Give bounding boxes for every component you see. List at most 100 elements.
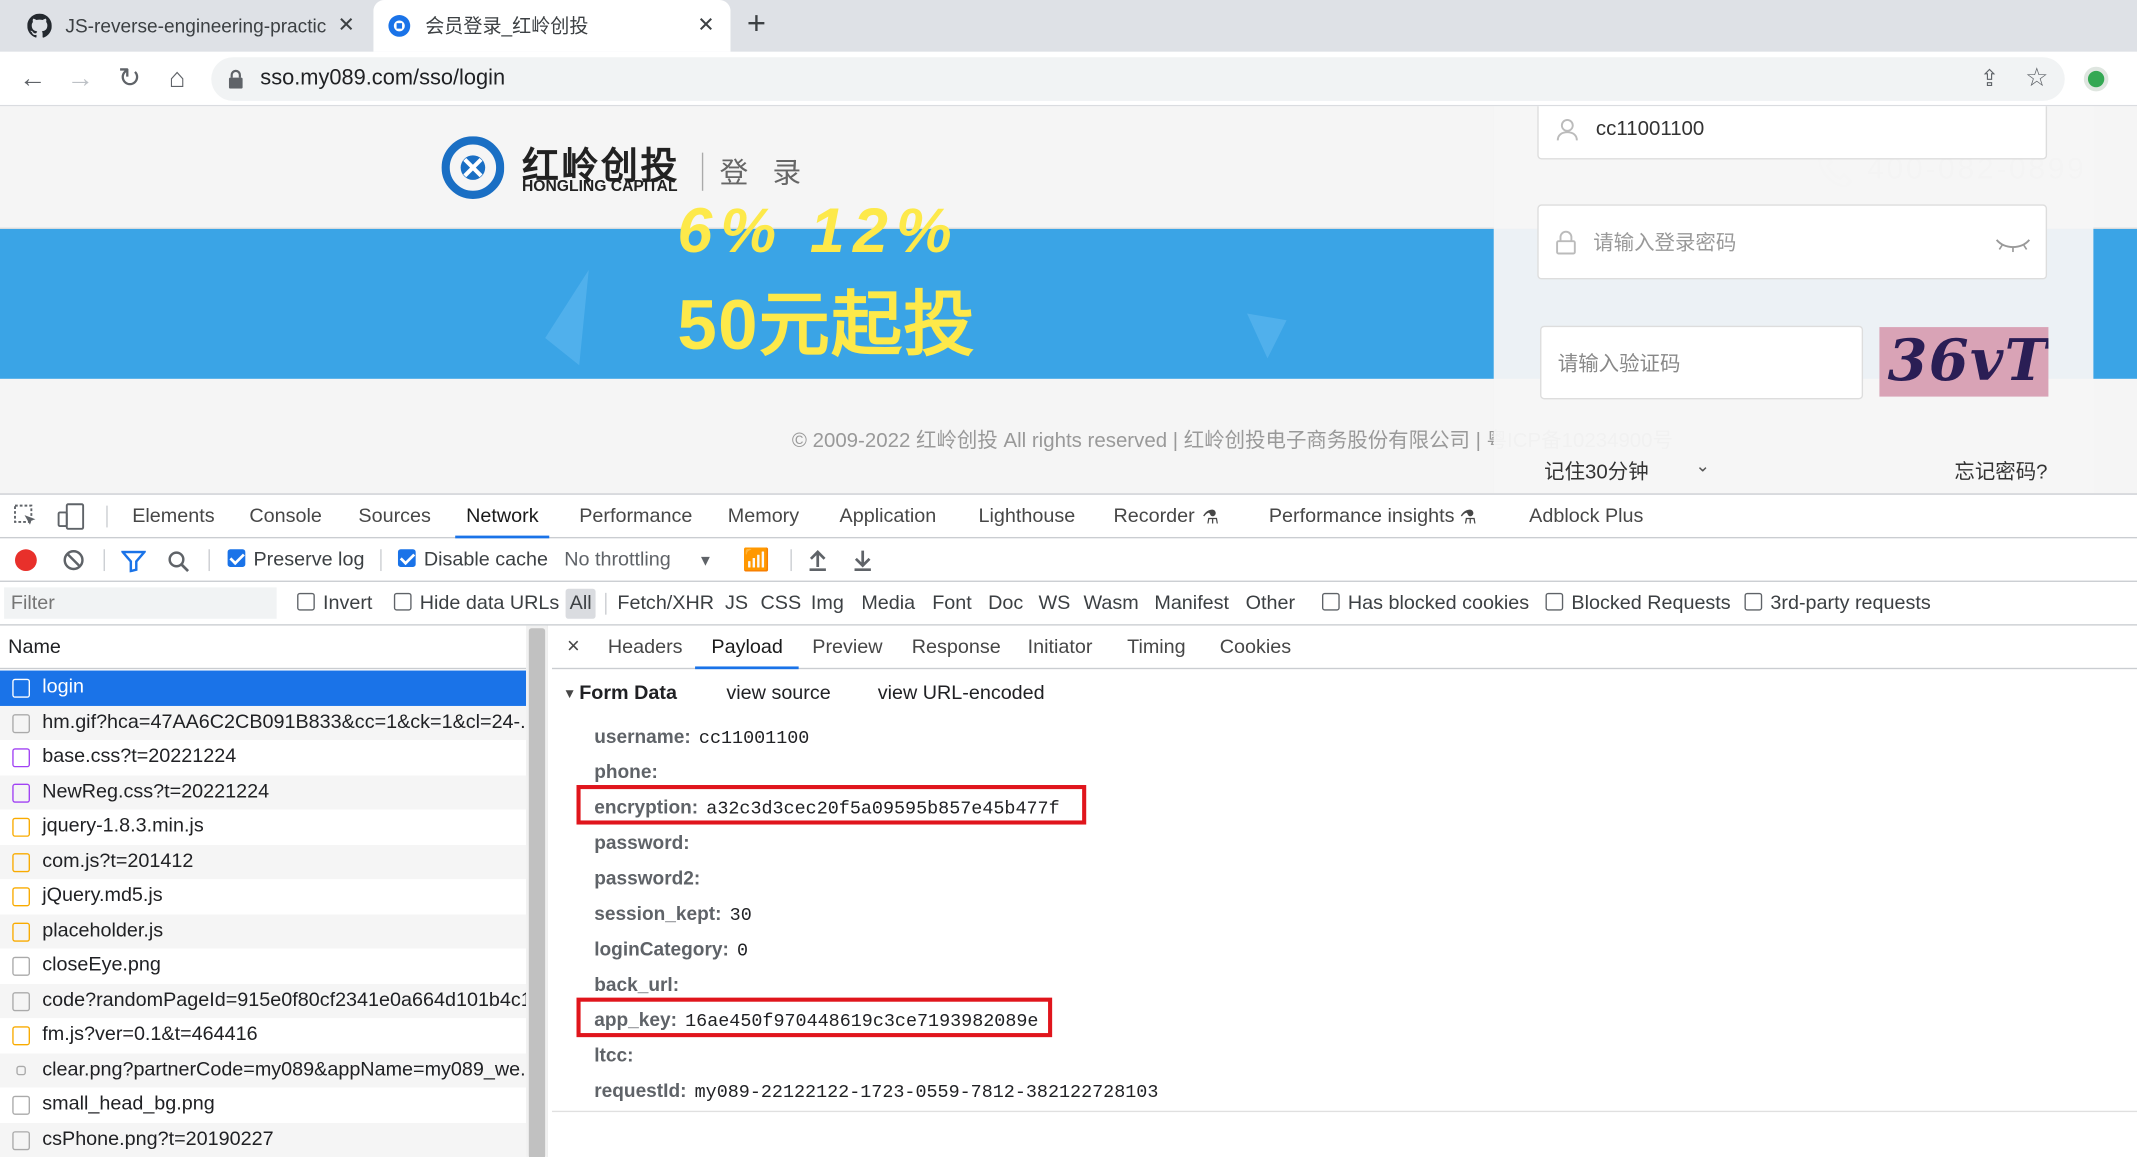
form-data-title[interactable]: Form Data — [579, 683, 677, 705]
request-row[interactable]: csPhone.png?t=20190227 — [0, 1122, 527, 1157]
tab-headers[interactable]: Headers — [608, 626, 683, 670]
search-icon[interactable] — [168, 551, 190, 573]
tab-response[interactable]: Response — [912, 626, 1001, 670]
tab-timing[interactable]: Timing — [1127, 626, 1186, 670]
request-row[interactable]: clear.png?partnerCode=my089&appName=my08… — [0, 1052, 527, 1088]
tab-elements[interactable]: Elements — [132, 495, 214, 539]
request-row[interactable]: small_head_bg.png — [0, 1088, 526, 1123]
tab-adblock-plus[interactable]: Adblock Plus — [1529, 495, 1643, 539]
forgot-password-link[interactable]: 忘记密码? — [1954, 457, 2047, 486]
tab-network[interactable]: Network — [455, 495, 550, 539]
browser-tab-github[interactable]: JS-reverse-engineering-practic ✕ — [14, 0, 371, 52]
view-source-link[interactable]: view source — [726, 683, 830, 705]
filter-type-img[interactable]: Img — [811, 582, 844, 626]
new-tab-button[interactable]: + — [747, 7, 766, 41]
filter-type-manifest[interactable]: Manifest — [1154, 582, 1229, 626]
close-tab-icon[interactable]: ✕ — [692, 12, 719, 39]
tab-preview[interactable]: Preview — [812, 626, 882, 670]
bookmark-star-icon[interactable]: ☆ — [2025, 63, 2048, 94]
filter-type-all[interactable]: All — [565, 588, 596, 619]
chevron-down-icon[interactable]: ⌄ — [1695, 455, 1710, 477]
extension-icon[interactable] — [2083, 66, 2109, 92]
tab-cookies[interactable]: Cookies — [1220, 626, 1291, 670]
captcha-input[interactable]: 请输入验证码 — [1540, 325, 1864, 400]
has-blocked-cookies-checkbox[interactable]: Has blocked cookies — [1321, 582, 1529, 626]
filter-type-font[interactable]: Font — [932, 582, 972, 626]
filter-type-wasm[interactable]: Wasm — [1083, 582, 1138, 626]
request-row[interactable]: base.css?t=20221224 — [0, 740, 526, 775]
request-row[interactable]: code?randomPageId=915e0f80cf2341e0a664d1… — [0, 983, 527, 1019]
third-party-checkbox[interactable]: 3rd-party requests — [1744, 582, 1931, 626]
hongling-logo-icon — [441, 136, 505, 199]
tab-lighthouse[interactable]: Lighthouse — [979, 495, 1076, 539]
share-icon[interactable]: ⇪ — [1980, 65, 1999, 92]
record-icon[interactable] — [14, 549, 37, 572]
close-detail-icon[interactable]: × — [567, 626, 580, 670]
filter-type-css[interactable]: CSS — [760, 582, 801, 626]
tab-performance[interactable]: Performance — [579, 495, 692, 539]
devtools-panel: Elements Console Sources Network Perform… — [0, 493, 2137, 1157]
scrollbar-thumb[interactable] — [528, 628, 546, 1157]
request-row[interactable]: jQuery.md5.js — [0, 879, 526, 914]
filter-type-media[interactable]: Media — [861, 582, 915, 626]
forward-arrow-icon[interactable]: → — [64, 63, 97, 96]
export-har-icon[interactable] — [853, 549, 872, 572]
reload-icon[interactable]: ↻ — [113, 63, 146, 96]
hide-data-urls-checkbox[interactable]: Hide data URLs — [393, 582, 559, 626]
filter-input[interactable] — [4, 587, 277, 619]
login-form: cc11001100 请输入登录密码 请输入验证码 36vT 记住30分钟 ⌄ … — [1493, 106, 2094, 494]
invert-checkbox[interactable]: Invert — [297, 582, 372, 626]
disable-cache-checkbox[interactable]: Disable cache — [397, 538, 548, 582]
network-conditions-icon[interactable]: 📶 — [743, 547, 770, 574]
request-row[interactable]: jquery-1.8.3.min.js — [0, 810, 526, 845]
device-toolbar-icon[interactable] — [57, 503, 85, 530]
browser-tab-active[interactable]: 会员登录_红岭创投 ✕ — [373, 0, 731, 52]
request-row[interactable]: com.js?t=201412 — [0, 844, 527, 880]
expand-triangle-icon[interactable]: ▼ — [563, 687, 577, 702]
image-icon — [12, 956, 30, 976]
tab-payload[interactable]: Payload — [695, 626, 800, 670]
filter-icon[interactable] — [121, 550, 146, 573]
request-row[interactable]: NewReg.css?t=20221224 — [0, 774, 527, 810]
import-har-icon[interactable] — [808, 549, 827, 572]
filter-type-ws[interactable]: WS — [1039, 582, 1071, 626]
filter-type-fetch-xhr[interactable]: Fetch/XHR — [617, 582, 714, 626]
closed-eye-icon[interactable] — [1994, 236, 2032, 253]
blocked-requests-checkbox[interactable]: Blocked Requests — [1545, 582, 1731, 626]
request-row[interactable]: hm.gif?hca=47AA6C2CB091B833&cc=1&ck=1&cl… — [0, 705, 527, 741]
filter-type-doc[interactable]: Doc — [988, 582, 1023, 626]
tab-console[interactable]: Console — [249, 495, 322, 539]
document-icon — [12, 678, 30, 698]
throttling-select[interactable]: No throttling ▼ — [564, 538, 713, 582]
close-tab-icon[interactable]: ✕ — [333, 12, 360, 39]
inspect-element-icon[interactable] — [14, 504, 39, 529]
tab-initiator[interactable]: Initiator — [1028, 626, 1093, 670]
remember-select[interactable]: 记住30分钟 — [1544, 457, 1649, 486]
tab-memory[interactable]: Memory — [728, 495, 799, 539]
home-icon[interactable]: ⌂ — [161, 63, 194, 96]
preserve-log-label: Preserve log — [253, 549, 365, 572]
tab-application[interactable]: Application — [840, 495, 937, 539]
address-bar[interactable]: sso.my089.com/sso/login ⇪ ☆ — [211, 57, 2065, 101]
request-row-login[interactable]: login — [0, 670, 527, 706]
request-row[interactable]: fm.js?ver=0.1&t=464416 — [0, 1018, 526, 1053]
filter-type-js[interactable]: JS — [725, 582, 748, 626]
third-party-label: 3rd-party requests — [1770, 592, 1931, 615]
preserve-log-checkbox[interactable]: Preserve log — [227, 538, 365, 582]
divider — [380, 549, 382, 572]
tab-performance-insights[interactable]: Performance insights — [1269, 495, 1455, 539]
captcha-image[interactable]: 36vT — [1879, 327, 2049, 397]
filter-type-other[interactable]: Other — [1246, 582, 1295, 626]
form-field-password2: password2: — [594, 864, 708, 895]
back-arrow-icon[interactable]: ← — [16, 63, 49, 96]
name-column-header[interactable]: Name — [0, 626, 527, 670]
tab-recorder[interactable]: Recorder — [1113, 495, 1194, 539]
username-field[interactable]: cc11001100 — [1537, 106, 2048, 160]
clear-icon[interactable] — [63, 549, 85, 571]
password-field[interactable]: 请输入登录密码 — [1537, 204, 2048, 280]
field-value: 30 — [729, 906, 752, 927]
view-url-encoded-link[interactable]: view URL-encoded — [878, 683, 1045, 705]
request-row[interactable]: closeEye.png — [0, 949, 526, 984]
tab-sources[interactable]: Sources — [358, 495, 431, 539]
request-row[interactable]: placeholder.js — [0, 913, 527, 949]
